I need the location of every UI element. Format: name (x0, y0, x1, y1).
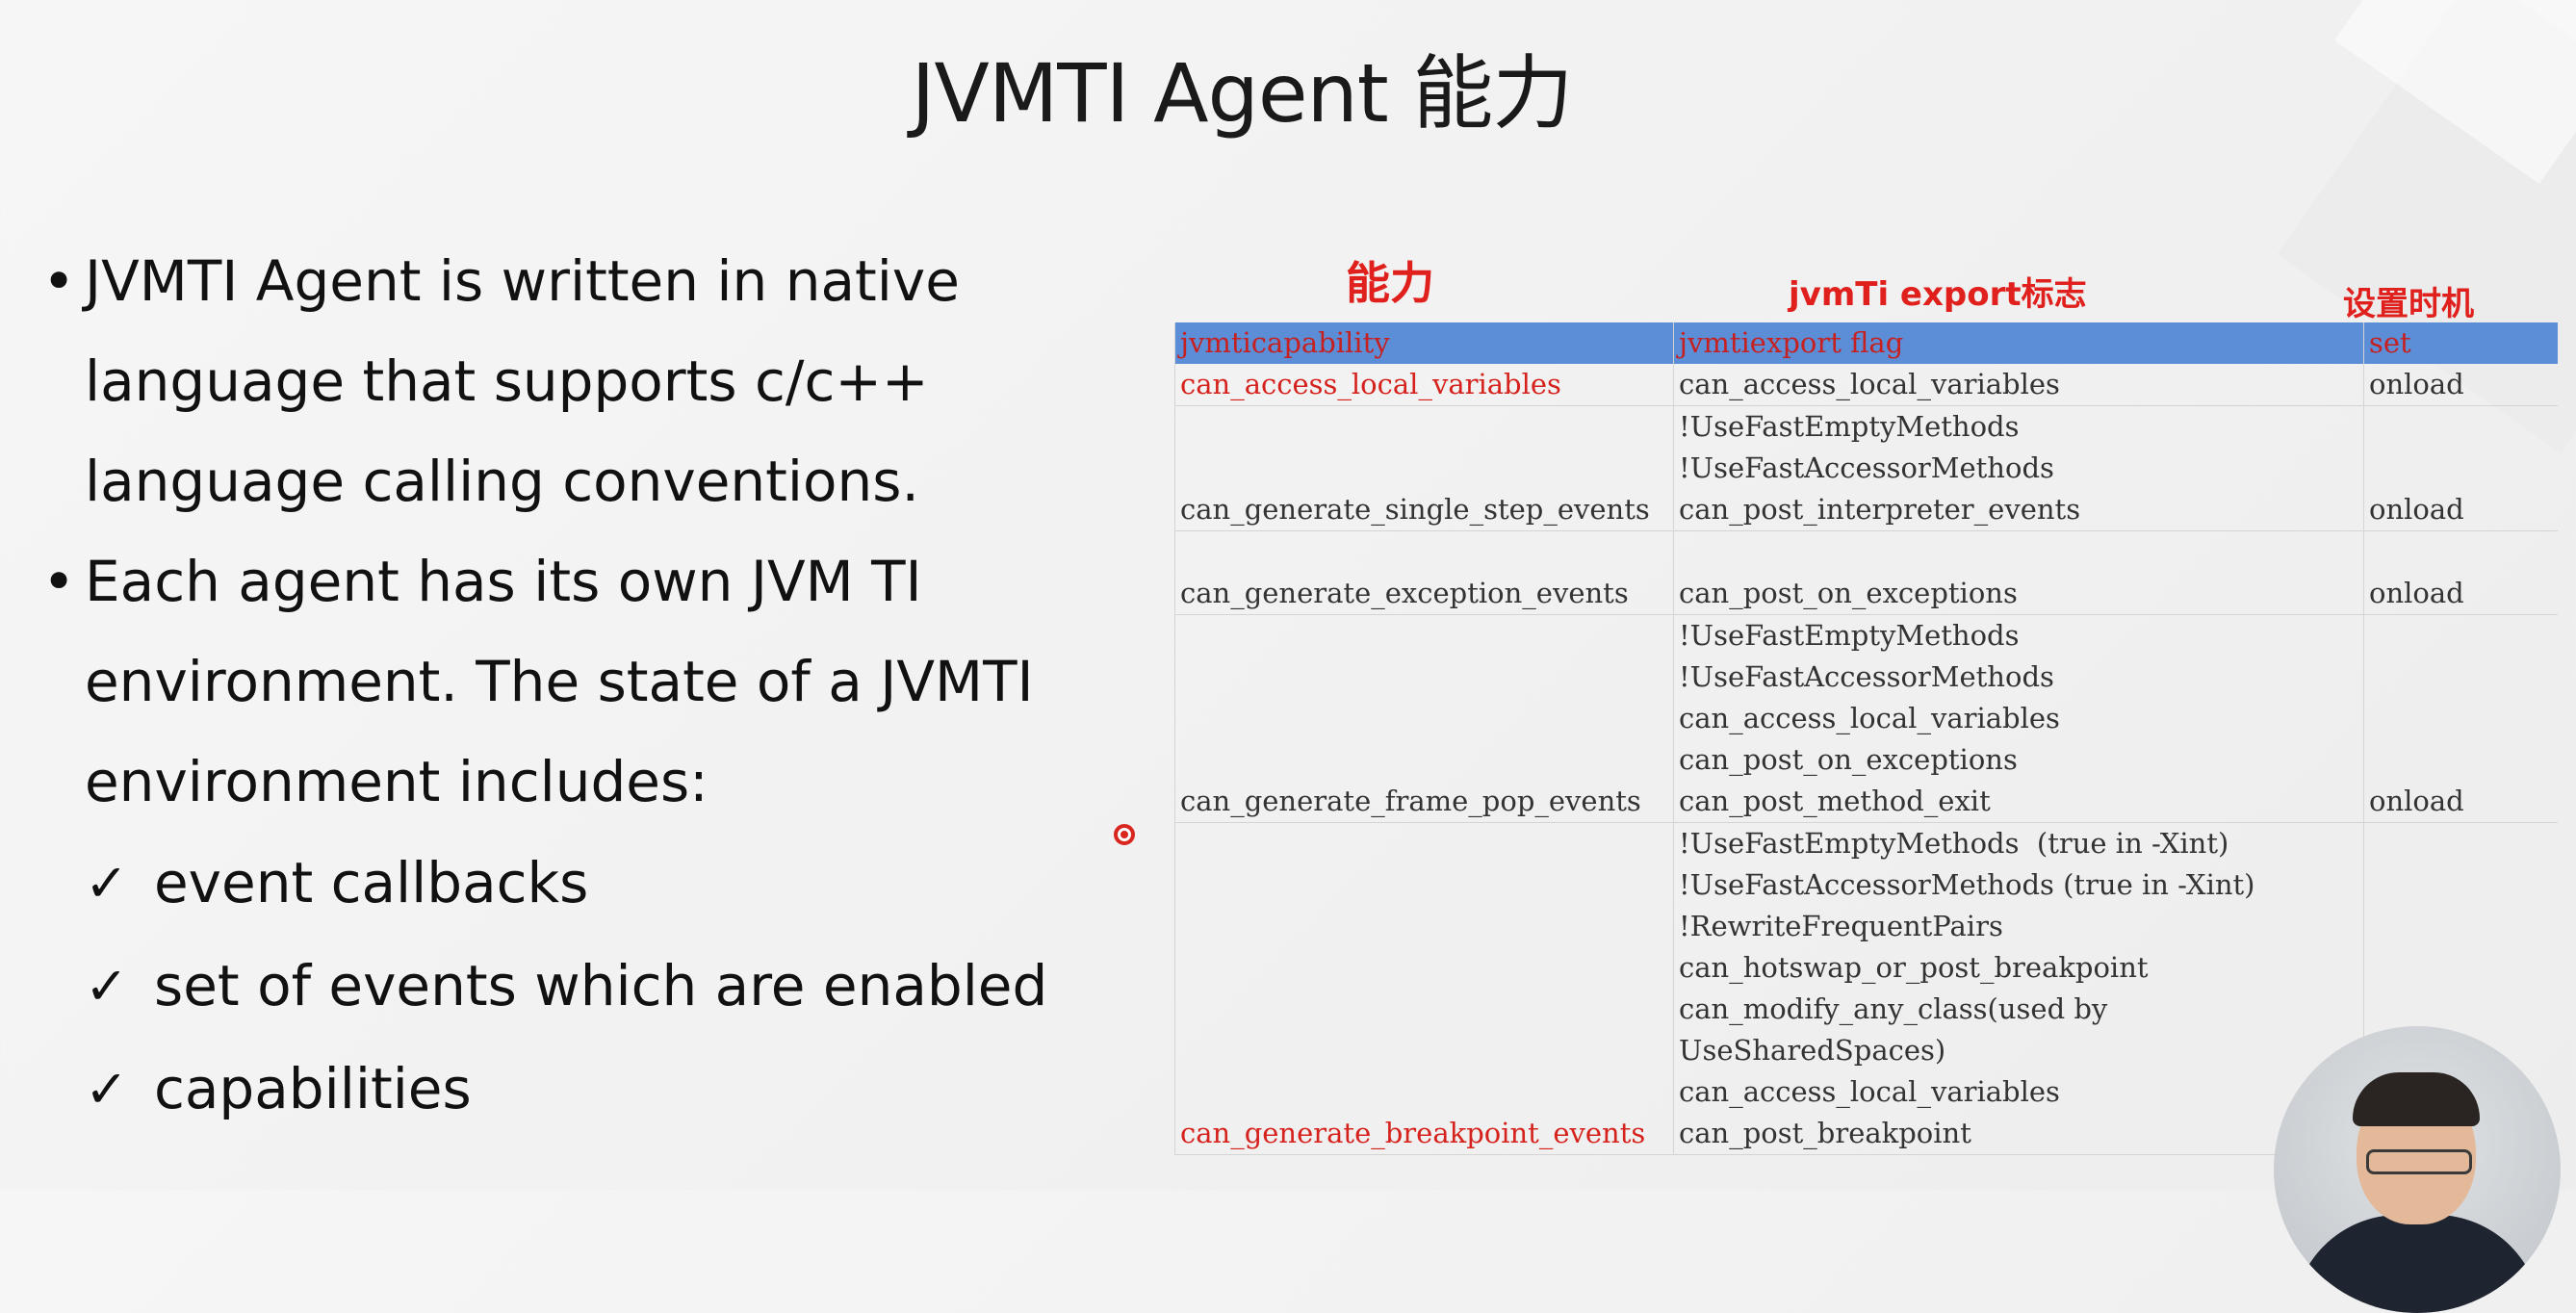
checkmark-icon: ✓ (85, 956, 129, 1017)
presenter-hair (2353, 1072, 2480, 1126)
capability-table: jvmticapability jvmtiexport flag set can… (1174, 322, 2558, 1155)
flags-cell: can_access_local_variables (1673, 364, 2364, 406)
table-header-cell: jvmticapability (1174, 322, 1674, 364)
table-header-cell: jvmtiexport flag (1673, 322, 2364, 364)
set-cell: onload (2363, 364, 2558, 406)
column-header-set-time: 设置时机 (2343, 285, 2474, 323)
set-cell: onload (2363, 614, 2558, 823)
set-cell: onload (2363, 405, 2558, 531)
table-row: can_access_local_variables can_access_lo… (1174, 364, 2558, 406)
sub-item-text: capabilities (154, 1056, 472, 1121)
table-header-row: jvmticapability jvmtiexport flag set (1174, 322, 2558, 364)
table-row: can_generate_single_step_events !UseFast… (1174, 405, 2558, 531)
column-header-export-flag: jvmTi export标志 (1789, 275, 2087, 314)
sub-item-text: event callbacks (154, 850, 589, 915)
capability-cell: can_generate_single_step_events (1174, 405, 1674, 531)
set-cell: onload (2363, 530, 2558, 615)
sub-item: ✓ event callbacks (85, 832, 1082, 935)
bullet-item: • JVMTI Agent is written in native langu… (42, 231, 1082, 531)
bullet-text: Each agent has its own JVM TI environmen… (85, 549, 1034, 814)
presenter-video (2274, 1026, 2561, 1313)
capability-cell: can_access_local_variables (1174, 364, 1674, 406)
bullet-item: • Each agent has its own JVM TI environm… (42, 531, 1082, 832)
bullet-list: • JVMTI Agent is written in native langu… (42, 231, 1082, 1141)
capability-cell: can_generate_frame_pop_events (1174, 614, 1674, 823)
sub-item-text: set of events which are enabled (154, 953, 1048, 1018)
column-header-capability: 能力 (1346, 257, 1434, 309)
bullet-dot-icon: • (42, 549, 76, 614)
bullet-dot-icon: • (42, 248, 76, 314)
slide-title: JVMTI Agent 能力 (911, 46, 1574, 141)
presenter-body (2293, 1215, 2541, 1313)
capability-cell: can_generate_exception_events (1174, 530, 1674, 615)
table-header-cell: set (2363, 322, 2558, 364)
capability-cell: can_generate_breakpoint_events (1174, 822, 1674, 1155)
sub-item: ✓ capabilities (85, 1038, 1082, 1141)
table-row: can_generate_exception_events can_post_o… (1174, 530, 2558, 615)
checkmark-icon: ✓ (85, 853, 129, 914)
bullet-text: JVMTI Agent is written in native languag… (85, 248, 960, 514)
flags-cell: can_post_on_exceptions (1673, 530, 2364, 615)
sub-item: ✓ set of events which are enabled (85, 935, 1082, 1038)
flags-cell: !UseFastEmptyMethods !UseFastAccessorMet… (1673, 614, 2364, 823)
table-row: can_generate_frame_pop_events !UseFastEm… (1174, 614, 2558, 823)
flags-cell: !UseFastEmptyMethods !UseFastAccessorMet… (1673, 405, 2364, 531)
checkmark-icon: ✓ (85, 1059, 129, 1120)
presenter-glasses (2366, 1149, 2472, 1174)
record-indicator-icon (1114, 824, 1135, 845)
flags-cell: !UseFastEmptyMethods (true in -Xint) !Us… (1673, 822, 2364, 1155)
